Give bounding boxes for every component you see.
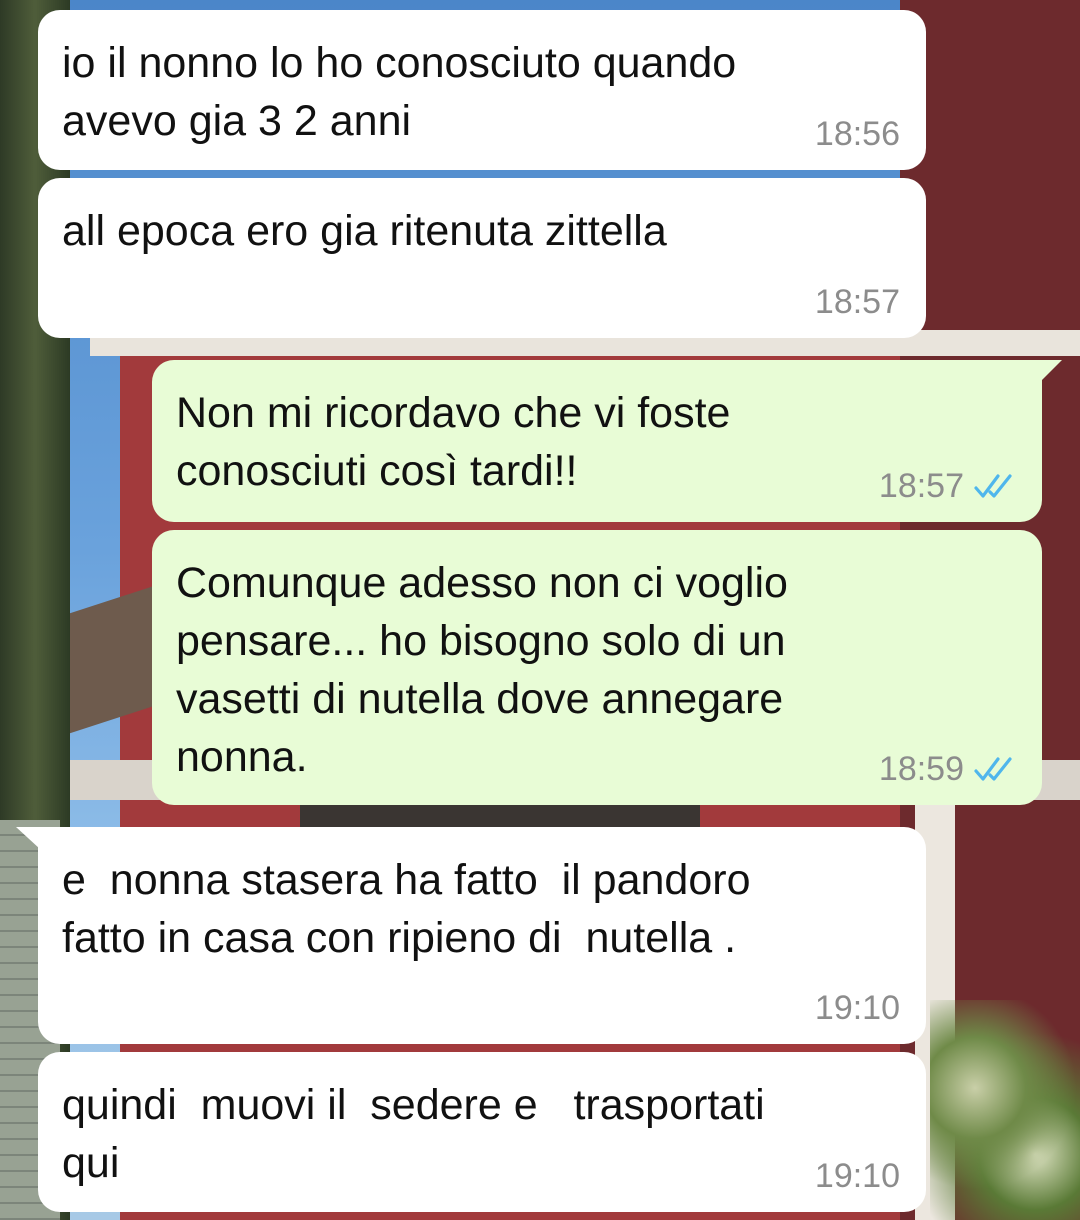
double-check-icon bbox=[974, 474, 1012, 498]
message-timestamp: 18:57 bbox=[814, 283, 900, 321]
message-text: all epoca ero gia ritenuta zittella bbox=[62, 207, 667, 255]
message-timestamp: 19:10 bbox=[814, 989, 900, 1027]
message-timestamp: 18:56 bbox=[814, 115, 900, 153]
message-timestamp: 18:57 bbox=[878, 467, 964, 505]
message-bubble-incoming[interactable]: all epoca ero gia ritenuta zittella 18:5… bbox=[38, 178, 926, 338]
message-bubble-incoming[interactable]: io il nonno lo ho conosciuto quando avev… bbox=[38, 10, 926, 170]
message-text: io il nonno lo ho conosciuto quando avev… bbox=[62, 39, 737, 145]
bubble-tail bbox=[1040, 360, 1062, 382]
message-text: e nonna stasera ha fatto il pandoro fatt… bbox=[62, 856, 751, 962]
message-bubble-outgoing[interactable]: Non mi ricordavo che vi foste conosciuti… bbox=[152, 360, 1042, 522]
message-timestamp: 18:59 bbox=[878, 750, 964, 788]
message-bubble-outgoing[interactable]: Comunque adesso non ci voglio pensare...… bbox=[152, 530, 1042, 805]
message-bubble-incoming[interactable]: e nonna stasera ha fatto il pandoro fatt… bbox=[38, 827, 926, 1044]
bubble-tail bbox=[16, 827, 40, 849]
message-text: quindi muovi il sedere e trasportati qui bbox=[62, 1081, 765, 1187]
double-check-icon bbox=[974, 757, 1012, 781]
message-bubble-incoming[interactable]: quindi muovi il sedere e trasportati qui… bbox=[38, 1052, 926, 1212]
message-timestamp: 19:10 bbox=[814, 1157, 900, 1195]
